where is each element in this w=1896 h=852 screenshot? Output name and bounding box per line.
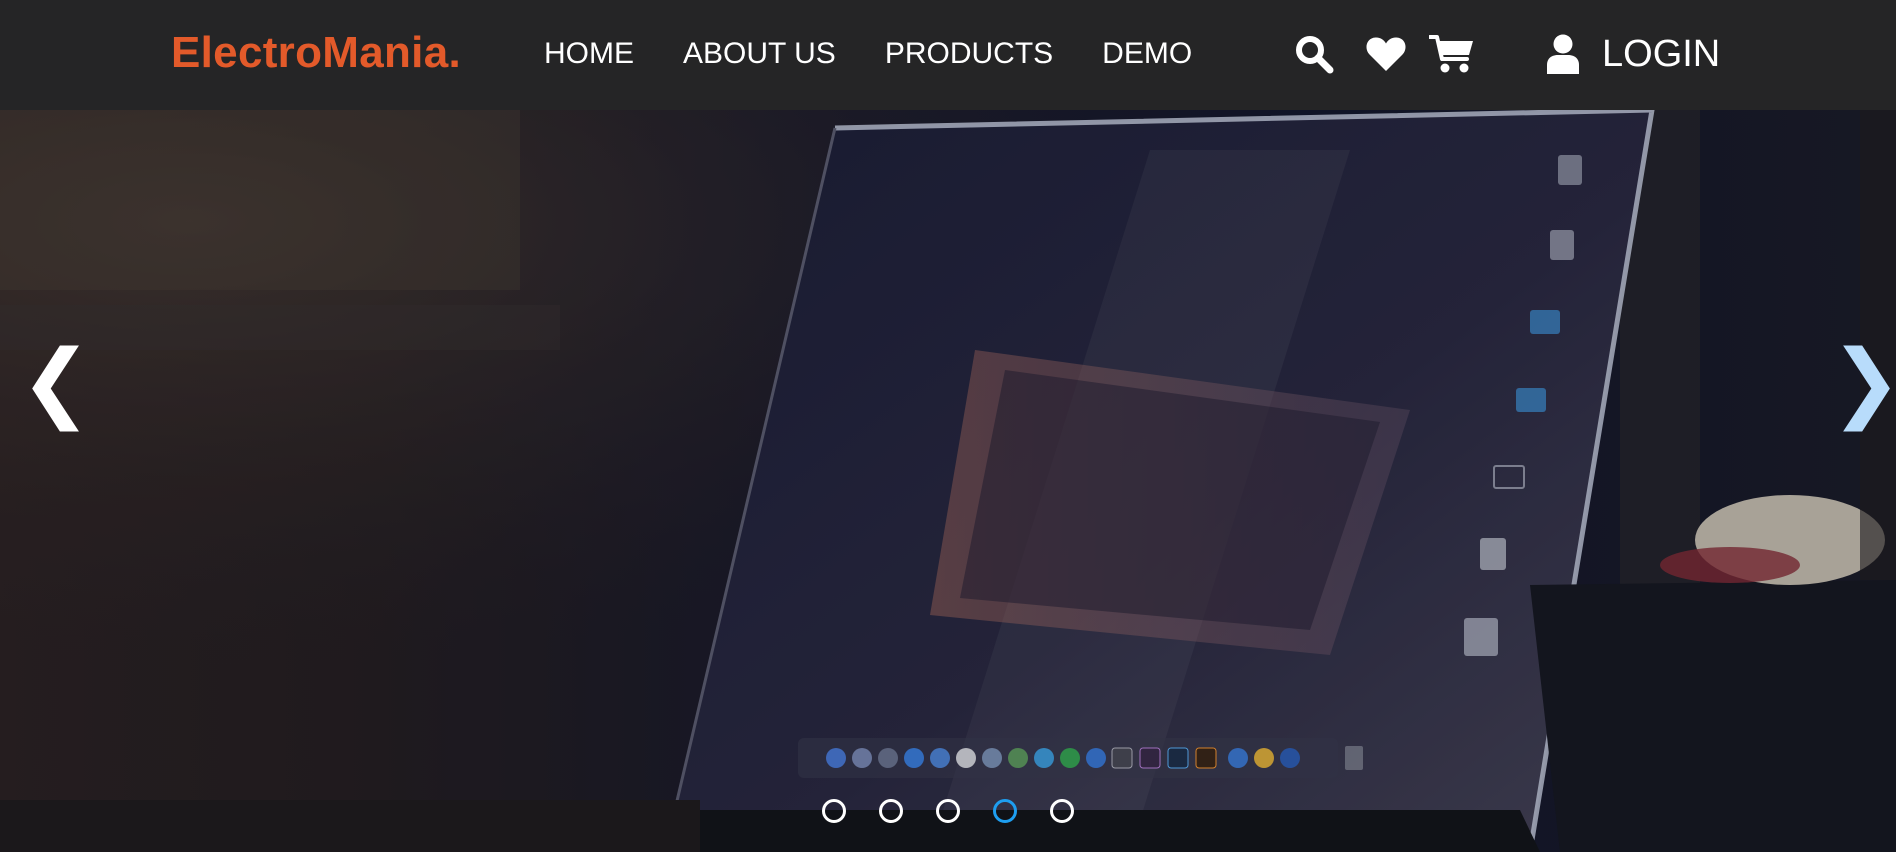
slide-image: [0, 110, 1896, 852]
wishlist-button[interactable]: [1364, 32, 1408, 76]
carousel-indicators: [822, 799, 1074, 823]
top-navbar: ElectroMania. HOME ABOUT US PRODUCTS DEM…: [0, 0, 1896, 110]
heart-icon: [1366, 37, 1406, 71]
search-button[interactable]: [1292, 32, 1336, 76]
carousel-dot-3[interactable]: [936, 799, 960, 823]
brand-logo[interactable]: ElectroMania.: [171, 28, 461, 78]
nav-link-about-us[interactable]: ABOUT US: [683, 34, 836, 74]
search-icon: [1296, 36, 1334, 74]
login-button[interactable]: LOGIN: [1546, 30, 1720, 78]
login-label: LOGIN: [1602, 33, 1721, 75]
user-icon: [1546, 34, 1580, 74]
carousel-dot-4[interactable]: [993, 799, 1017, 823]
cart-icon: [1429, 35, 1473, 73]
carousel-next-arrow[interactable]: ❯: [1830, 332, 1896, 432]
nav-link-home[interactable]: HOME: [544, 34, 634, 74]
cart-button[interactable]: [1428, 32, 1476, 76]
nav-link-products[interactable]: PRODUCTS: [885, 34, 1053, 74]
nav-link-demo[interactable]: DEMO: [1102, 34, 1192, 74]
hero-carousel: ❮ ❯: [0, 110, 1896, 852]
carousel-dot-5[interactable]: [1050, 799, 1074, 823]
carousel-dot-2[interactable]: [879, 799, 903, 823]
carousel-prev-arrow[interactable]: ❮: [20, 332, 92, 432]
main-nav: HOME ABOUT US PRODUCTS DEMO: [544, 34, 1192, 74]
carousel-dot-1[interactable]: [822, 799, 846, 823]
